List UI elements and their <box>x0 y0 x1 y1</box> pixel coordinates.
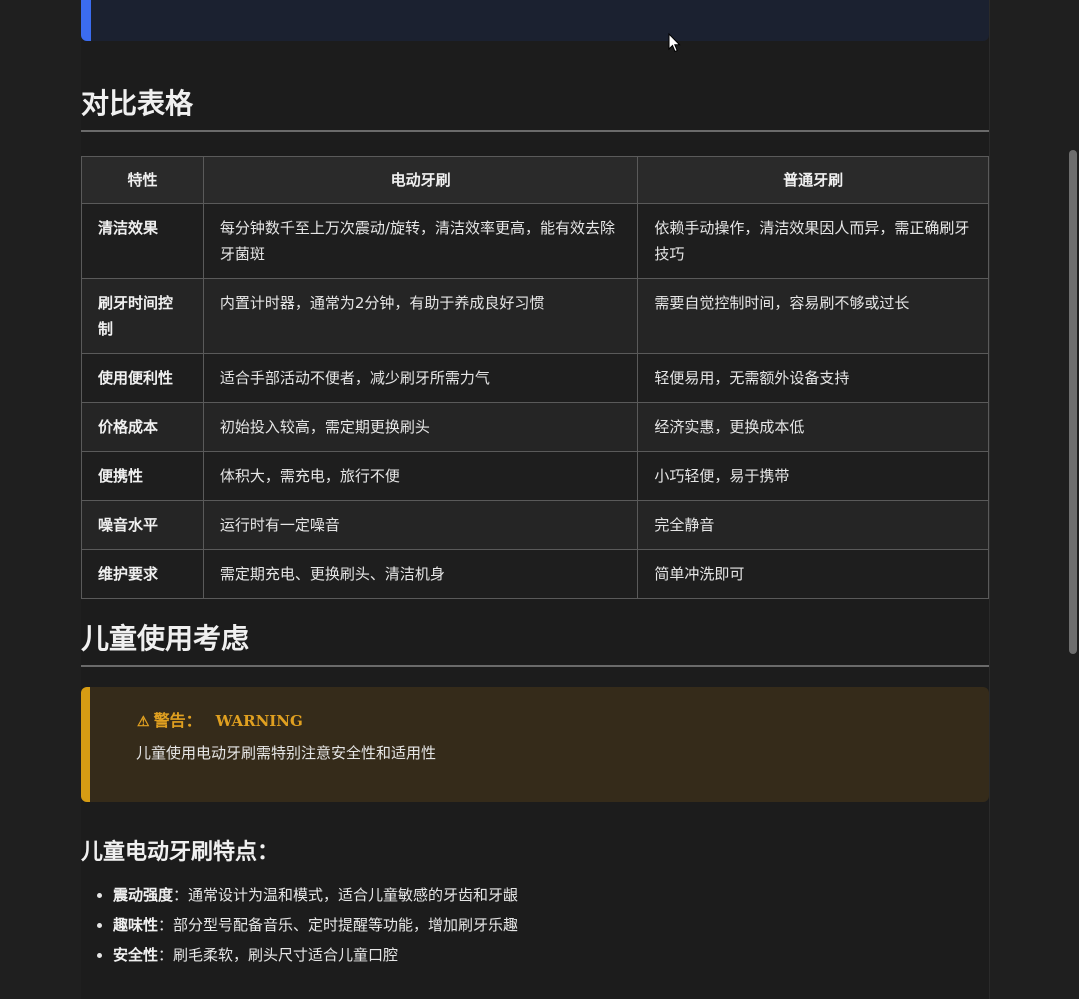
list-item: 安全性：刷毛柔软，刷头尺寸适合儿童口腔 <box>113 940 973 970</box>
table-row: 刷牙时间控制 内置计时器，通常为2分钟，有助于养成良好习惯 需要自觉控制时间，容… <box>81 278 989 354</box>
table-row: 便携性 体积大，需充电，旅行不便 小巧轻便，易于携带 <box>81 451 989 501</box>
vertical-scrollbar[interactable] <box>1066 0 1079 999</box>
electric-cell: 需定期充电、更换刷头、清洁机身 <box>202 549 639 599</box>
manual-cell: 依赖手动操作，清洁效果因人而异，需正确刷牙技巧 <box>637 203 989 279</box>
feature-cell: 价格成本 <box>81 402 204 452</box>
feature-cell: 使用便利性 <box>81 353 204 403</box>
list-item-label: 安全性 <box>113 946 159 964</box>
electric-cell: 体积大，需充电，旅行不便 <box>202 451 639 501</box>
manual-cell: 完全静音 <box>637 500 989 550</box>
list-item: 趣味性：部分型号配备音乐、定时提醒等功能，增加刷牙乐趣 <box>113 910 973 940</box>
table-row: 价格成本 初始投入较高，需定期更换刷头 经济实惠，更换成本低 <box>81 402 989 452</box>
table-row: 维护要求 需定期充电、更换刷头、清洁机身 简单冲洗即可 <box>81 549 989 599</box>
feature-cell: 维护要求 <box>81 549 204 599</box>
list-item-text: ：通常设计为温和模式，适合儿童敏感的牙齿和牙龈 <box>173 886 519 904</box>
table-row: 使用便利性 适合手部活动不便者，减少刷牙所需力气 轻便易用，无需额外设备支持 <box>81 353 989 403</box>
list-item-label: 趣味性 <box>113 916 159 934</box>
feature-cell: 噪音水平 <box>81 500 204 550</box>
article-page: 对比表格 特性 电动牙刷 普通牙刷 清洁效果 每分钟数千至上万次震动/旋转，清洁… <box>81 0 990 999</box>
list-item-label: 震动强度 <box>113 886 174 904</box>
list-item-text: ：刷毛柔软，刷头尺寸适合儿童口腔 <box>158 946 399 964</box>
warning-title-en: WARNING <box>215 712 303 730</box>
table-row: 噪音水平 运行时有一定噪音 完全静音 <box>81 500 989 550</box>
manual-cell: 轻便易用，无需额外设备支持 <box>637 353 989 403</box>
kids-features-list: 震动强度：通常设计为温和模式，适合儿童敏感的牙齿和牙龈 趣味性：部分型号配备音乐… <box>81 880 973 970</box>
warning-title-label: 警告： <box>153 711 202 730</box>
list-item-text: ：部分型号配备音乐、定时提醒等功能，增加刷牙乐趣 <box>158 916 519 934</box>
column-header-manual: 普通牙刷 <box>637 156 989 204</box>
warning-title: ⚠ 警告： WARNING <box>137 707 303 731</box>
electric-cell: 初始投入较高，需定期更换刷头 <box>202 402 639 452</box>
feature-cell: 清洁效果 <box>81 203 204 279</box>
info-callout <box>81 0 989 41</box>
list-item: 震动强度：通常设计为温和模式，适合儿童敏感的牙齿和牙龈 <box>113 880 973 910</box>
feature-cell: 便携性 <box>81 451 204 501</box>
info-callout-accent-bar <box>81 0 91 41</box>
warning-accent-bar <box>81 687 90 802</box>
section-heading-compare: 对比表格 <box>81 86 989 132</box>
table-header-row: 特性 电动牙刷 普通牙刷 <box>81 156 989 204</box>
electric-cell: 运行时有一定噪音 <box>202 500 639 550</box>
comparison-table: 特性 电动牙刷 普通牙刷 清洁效果 每分钟数千至上万次震动/旋转，清洁效率更高，… <box>81 156 989 599</box>
column-header-electric: 电动牙刷 <box>202 156 639 204</box>
manual-cell: 简单冲洗即可 <box>637 549 989 599</box>
table-row: 清洁效果 每分钟数千至上万次震动/旋转，清洁效率更高，能有效去除牙菌斑 依赖手动… <box>81 203 989 279</box>
manual-cell: 经济实惠，更换成本低 <box>637 402 989 452</box>
electric-cell: 内置计时器，通常为2分钟，有助于养成良好习惯 <box>202 278 639 354</box>
warning-callout: ⚠ 警告： WARNING 儿童使用电动牙刷需特别注意安全性和适用性 <box>81 687 989 802</box>
section-heading-kids: 儿童使用考虑 <box>81 621 989 667</box>
warning-text: 儿童使用电动牙刷需特别注意安全性和适用性 <box>136 744 437 762</box>
scrollbar-thumb[interactable] <box>1069 150 1077 654</box>
electric-cell: 每分钟数千至上万次震动/旋转，清洁效率更高，能有效去除牙菌斑 <box>202 203 639 279</box>
manual-cell: 需要自觉控制时间，容易刷不够或过长 <box>637 278 989 354</box>
feature-cell: 刷牙时间控制 <box>81 278 204 354</box>
manual-cell: 小巧轻便，易于携带 <box>637 451 989 501</box>
warning-icon: ⚠ <box>137 714 150 730</box>
electric-cell: 适合手部活动不便者，减少刷牙所需力气 <box>202 353 639 403</box>
mouse-cursor-icon <box>668 33 681 53</box>
kids-features-heading: 儿童电动牙刷特点： <box>81 839 280 865</box>
column-header-feature: 特性 <box>81 156 204 204</box>
